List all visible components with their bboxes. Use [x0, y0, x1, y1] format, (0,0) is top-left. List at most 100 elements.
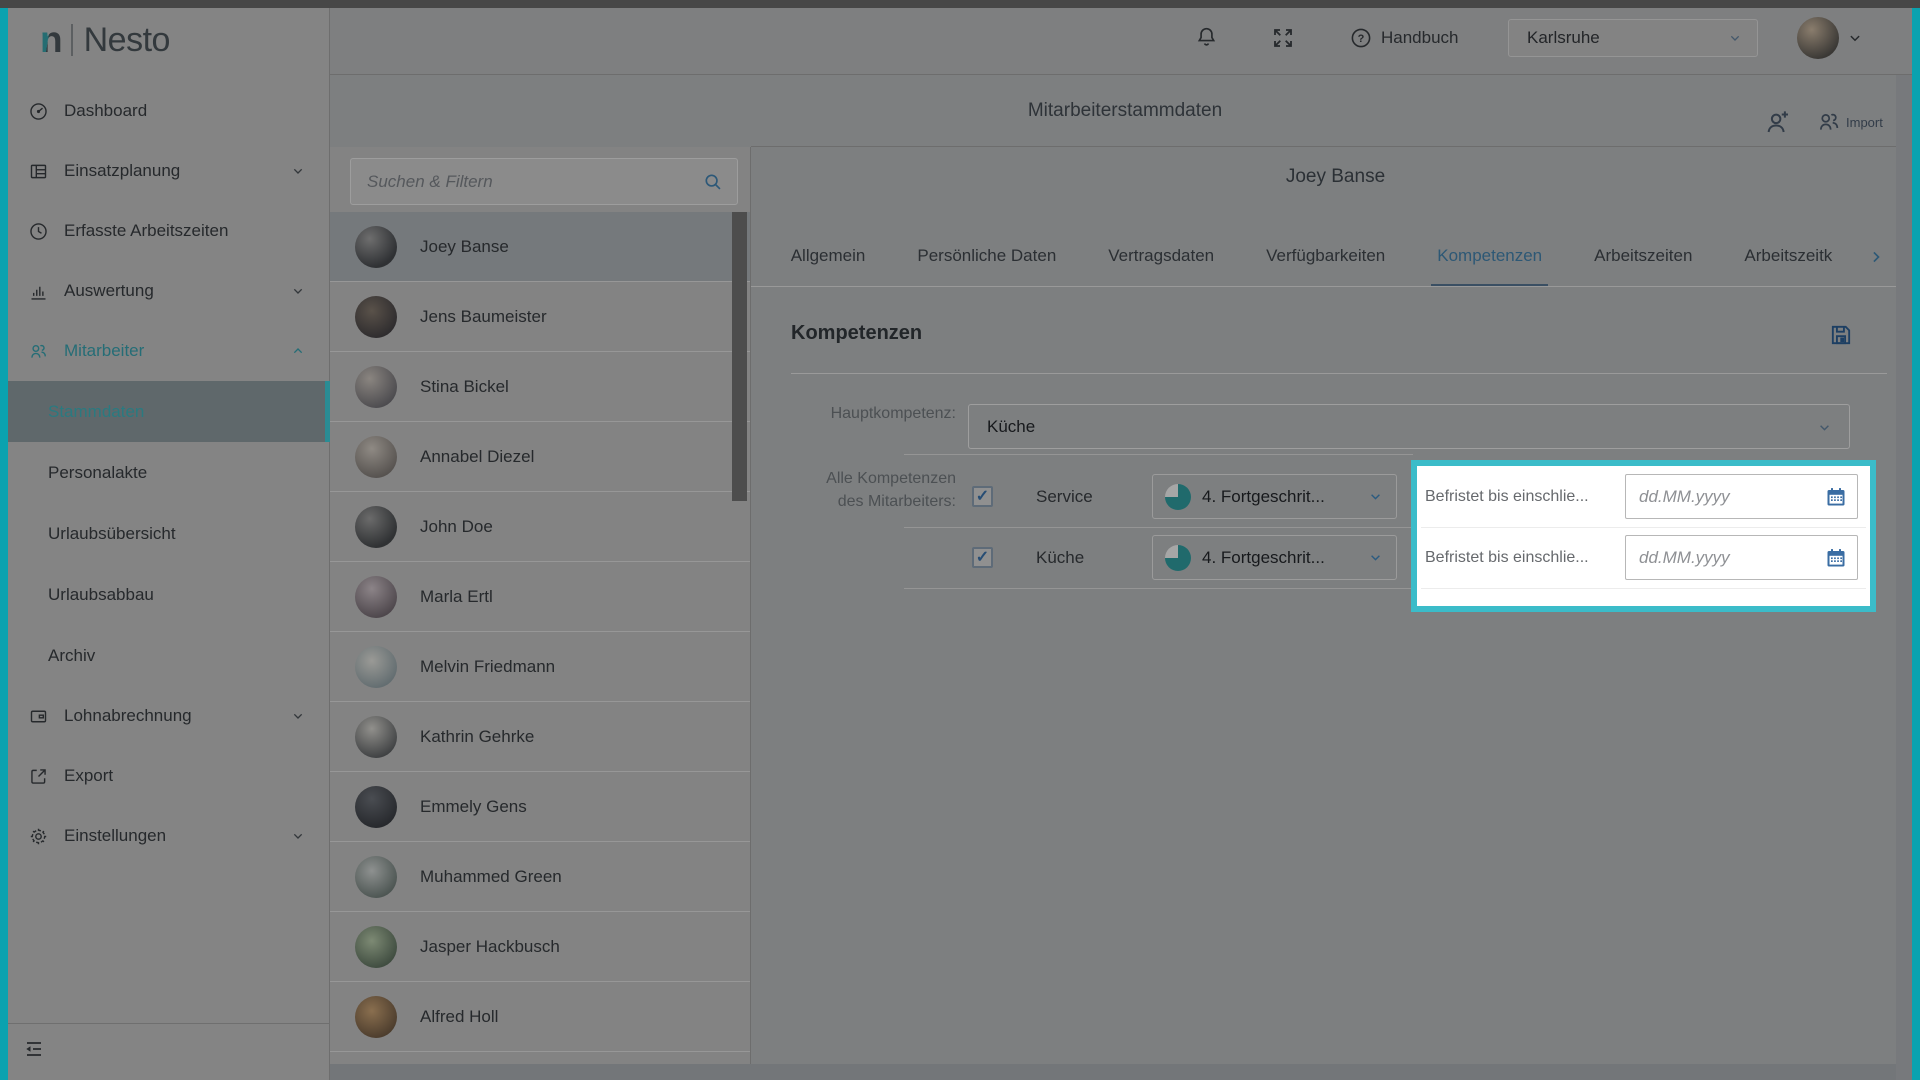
add-employee-icon[interactable] [1763, 107, 1793, 137]
planning-grid-icon [28, 161, 49, 182]
chevron-down-icon [1367, 549, 1384, 566]
sidebar-item-auswertung[interactable]: Auswertung [0, 261, 330, 321]
page-header: Mitarbeiterstammdaten Import [330, 75, 1920, 147]
sidebar-footer-divider [0, 1023, 330, 1024]
hauptkompetenz-value: Küche [987, 405, 1035, 449]
nesto-logo: n Nesto [40, 16, 170, 64]
alle-kompetenzen-line1: Alle Kompetenzen [751, 467, 956, 490]
location-select[interactable]: Karlsruhe [1508, 19, 1758, 57]
search-input[interactable] [351, 159, 737, 204]
search-icon[interactable] [702, 171, 724, 193]
tab-kompetenzen[interactable]: Kompetenzen [1431, 227, 1548, 287]
employee-row-jasper-hackbusch[interactable]: Jasper Hackbusch [330, 912, 751, 982]
list-scrollbar-thumb[interactable] [732, 212, 747, 501]
employee-row-muhammed-green[interactable]: Muhammed Green [330, 842, 751, 912]
alle-kompetenzen-line2: des Mitarbeiters: [751, 490, 956, 513]
sidebar-item-label: Einsatzplanung [64, 161, 290, 181]
employee-row-annabel-diezel[interactable]: Annabel Diezel [330, 422, 751, 492]
employee-name: Kathrin Gehrke [420, 702, 534, 772]
browser-horizontal-scrollbar[interactable] [330, 1064, 1896, 1080]
befristet-label-service: Befristet bis einschlie... [1425, 474, 1589, 519]
sidebar-item-dashboard[interactable]: Dashboard [0, 81, 330, 141]
sidebar-item-erfasste-arbeitszeiten[interactable]: Erfasste Arbeitszeiten [0, 201, 330, 261]
tab-vertragsdaten[interactable]: Vertragsdaten [1102, 227, 1220, 287]
tab-arbeitszeitk[interactable]: Arbeitszeitk [1738, 227, 1838, 287]
avatar [355, 366, 397, 408]
competency-row-divider [904, 527, 1413, 528]
tabs-overflow-chevron-icon[interactable] [1866, 247, 1886, 267]
logo-n-mark: n [40, 19, 62, 61]
employee-row-melvin-friedmann[interactable]: Melvin Friedmann [330, 632, 751, 702]
fullscreen-icon[interactable] [1271, 26, 1295, 50]
chevron-down-icon [1727, 30, 1743, 46]
import-people-icon [1816, 109, 1842, 135]
calendar-icon[interactable] [1824, 485, 1848, 509]
sidebar-item-einstellungen[interactable]: Einstellungen [0, 806, 330, 866]
search-filter-box [350, 158, 738, 205]
sidebar-item-label: Auswertung [64, 281, 290, 301]
hauptkompetenz-select[interactable]: Küche [968, 404, 1850, 449]
avatar [355, 716, 397, 758]
sidebar-item-archiv[interactable]: Archiv [0, 625, 330, 686]
kueche-level-select[interactable]: 4. Fortgeschrit... [1152, 535, 1397, 580]
employee-row-alfred-holl[interactable]: Alfred Holl [330, 982, 751, 1052]
avatar [355, 996, 397, 1038]
wallet-icon [28, 706, 49, 727]
service-checkbox[interactable]: ✓ [972, 486, 993, 507]
employee-row-stina-bickel[interactable]: Stina Bickel [330, 352, 751, 422]
employee-name: Joey Banse [420, 212, 509, 282]
tab-verfuegbarkeiten[interactable]: Verfügbarkeiten [1260, 227, 1391, 287]
date-input-service[interactable] [1626, 475, 1857, 518]
sidebar-item-mitarbeiter[interactable]: Mitarbeiter [0, 321, 330, 381]
browser-vertical-scrollbar[interactable] [1896, 75, 1912, 1080]
employee-row-kathrin-gehrke[interactable]: Kathrin Gehrke [330, 702, 751, 772]
level-value: 4. Fortgeschrit... [1202, 487, 1367, 507]
user-avatar[interactable] [1797, 17, 1839, 59]
employee-list: Joey Banse Jens Baumeister Stina Bickel … [330, 212, 751, 1080]
employee-row-jens-baumeister[interactable]: Jens Baumeister [330, 282, 751, 352]
user-menu-chevron-icon[interactable] [1846, 29, 1864, 47]
collapse-sidebar-icon[interactable] [22, 1037, 46, 1061]
handbuch-link[interactable]: Handbuch [1381, 0, 1459, 75]
employee-row-marla-ertl[interactable]: Marla Ertl [330, 562, 751, 632]
sidebar-item-label: Einstellungen [64, 826, 290, 846]
export-icon [28, 766, 49, 787]
svg-text:?: ? [1358, 33, 1365, 45]
notifications-bell-icon[interactable] [1194, 25, 1219, 50]
app-screen: n Nesto Dashboard Einsatzplanung [0, 0, 1920, 1080]
save-icon[interactable] [1827, 321, 1855, 349]
employee-name: Alfred Holl [420, 982, 498, 1052]
gear-icon [28, 826, 49, 847]
employee-row-emmely-gens[interactable]: Emmely Gens [330, 772, 751, 842]
calendar-icon[interactable] [1824, 546, 1848, 570]
employee-name: John Doe [420, 492, 493, 562]
sidebar-item-personalakte[interactable]: Personalakte [0, 442, 330, 503]
sidebar-item-einsatzplanung[interactable]: Einsatzplanung [0, 141, 330, 201]
befristet-label-kueche: Befristet bis einschlie... [1425, 535, 1589, 580]
sidebar-item-urlaubsuebersicht[interactable]: Urlaubsübersicht [0, 503, 330, 564]
kueche-checkbox[interactable]: ✓ [972, 547, 993, 568]
sidebar-item-urlaubsabbau[interactable]: Urlaubsabbau [0, 564, 330, 625]
sidebar-item-label: Personalakte [48, 463, 147, 483]
sidebar-item-stammdaten[interactable]: Stammdaten [8, 381, 330, 442]
sidebar-item-label: Mitarbeiter [64, 341, 290, 361]
employee-row-john-doe[interactable]: John Doe [330, 492, 751, 562]
employee-row-joey-banse[interactable]: Joey Banse [330, 212, 751, 282]
sidebar-item-lohnabrechnung[interactable]: Lohnabrechnung [0, 686, 330, 746]
employee-name: Marla Ertl [420, 562, 493, 632]
logo-divider [71, 24, 73, 56]
help-icon[interactable]: ? [1349, 26, 1373, 50]
import-button[interactable]: Import [1816, 107, 1883, 137]
tab-allgemein[interactable]: Allgemein [785, 227, 872, 287]
date-input-kueche[interactable] [1626, 536, 1857, 579]
chevron-down-icon [290, 283, 306, 299]
service-level-select[interactable]: 4. Fortgeschrit... [1152, 474, 1397, 519]
page-title: Mitarbeiterstammdaten [330, 75, 1920, 147]
tab-arbeitszeiten[interactable]: Arbeitszeiten [1588, 227, 1698, 287]
befristet-date-field-service [1625, 474, 1858, 519]
competency-name-kueche: Küche [1036, 535, 1084, 580]
chevron-down-icon [1816, 419, 1833, 436]
tab-persoenliche-daten[interactable]: Persönliche Daten [911, 227, 1062, 287]
sidebar-item-label: Dashboard [64, 101, 306, 121]
sidebar-item-export[interactable]: Export [0, 746, 330, 806]
